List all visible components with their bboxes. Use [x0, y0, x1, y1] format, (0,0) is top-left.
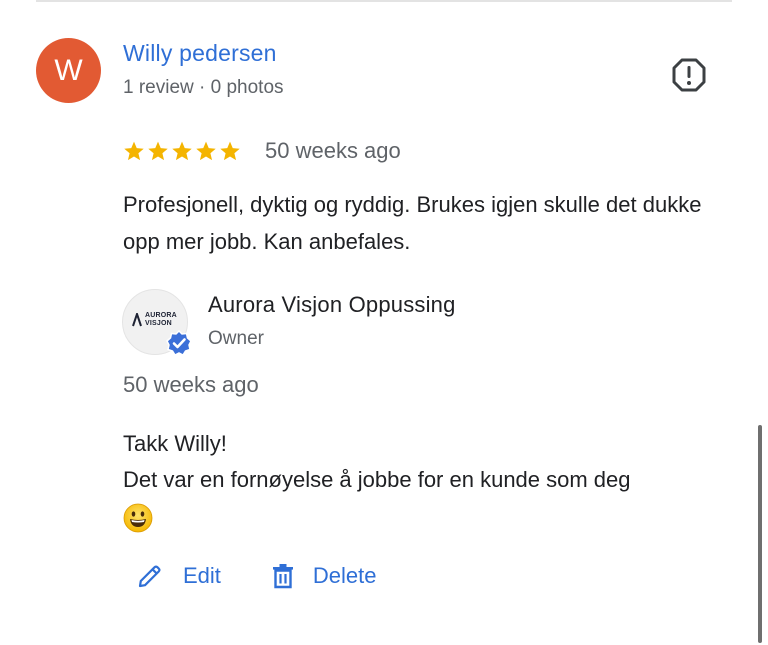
logo-text-line2: VISJON	[145, 320, 172, 327]
star-icon	[124, 141, 144, 161]
reply-text: Takk Willy! Det var en fornøyelse å jobb…	[123, 426, 738, 534]
logo-text-line1: AURORA	[145, 312, 177, 319]
reply-line-1: Takk Willy!	[123, 431, 227, 456]
star-icon	[196, 141, 216, 161]
rating-row: 50 weeks ago	[123, 136, 401, 166]
owner-logo-mark: AURORA VISJON	[132, 312, 177, 328]
reply-actions: Edit Delete	[137, 562, 377, 590]
verified-badge-icon	[166, 330, 192, 356]
delete-reply-button[interactable]: Delete	[271, 562, 377, 590]
reviewer-meta: 1 review · 0 photos	[123, 77, 284, 98]
report-review-button[interactable]	[670, 56, 708, 94]
review-text: Profesjonell, dyktig og ryddig. Brukes i…	[123, 192, 702, 254]
trash-icon	[272, 564, 293, 589]
scrollbar[interactable]	[758, 425, 762, 643]
star-icon	[220, 141, 240, 161]
reviewer-avatar[interactable]: W	[36, 38, 101, 103]
star-icon	[172, 141, 192, 161]
grinning-face-emoji-icon	[123, 503, 153, 533]
avatar-letter: W	[54, 53, 83, 87]
edit-reply-button[interactable]: Edit	[137, 563, 221, 589]
edit-label: Edit	[183, 563, 221, 588]
delete-label: Delete	[312, 563, 377, 588]
review-age: 50 weeks ago	[265, 138, 401, 163]
reply-age: 50 weeks ago	[123, 372, 259, 397]
reviewer-name-link[interactable]: Willy pedersen	[123, 40, 277, 67]
report-icon	[672, 58, 706, 92]
aurora-logo-icon	[132, 313, 142, 327]
star-rating	[123, 140, 241, 162]
reply-line-2: Det var en fornøyelse å jobbe for en kun…	[123, 467, 631, 492]
pencil-icon	[138, 565, 161, 588]
owner-role: Owner	[208, 328, 264, 349]
owner-name: Aurora Visjon Oppussing	[208, 292, 456, 317]
star-icon	[148, 141, 168, 161]
top-divider	[36, 0, 732, 2]
